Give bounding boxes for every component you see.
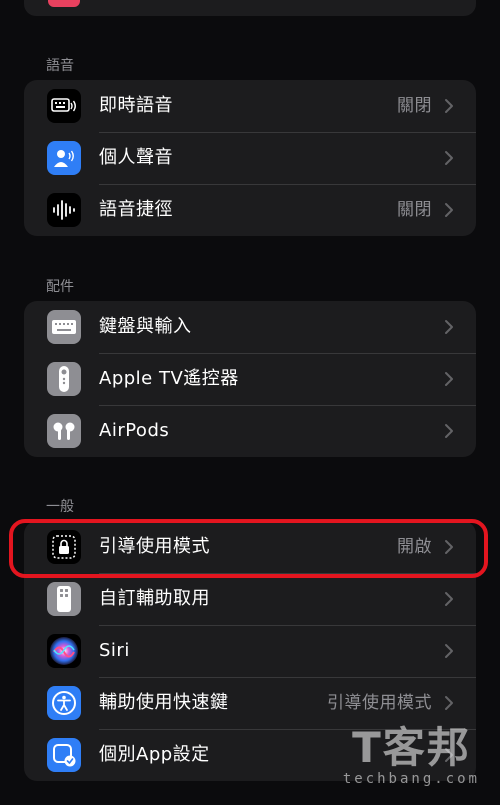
section-header-accessories: 配件 (46, 279, 74, 295)
row-assistive-access[interactable]: 自訂輔助取用 (24, 573, 476, 625)
row-label: 即時語音 (99, 95, 173, 116)
assistive-access-icon (47, 582, 81, 616)
accessibility-settings-page: 語音 即時語音 關閉 個人聲音 語音捷徑 關閉 配件 鍵盤與輸入 Apple T… (0, 0, 500, 805)
row-label: AirPods (99, 420, 170, 441)
chevron-right-icon (445, 99, 453, 113)
chevron-right-icon (445, 203, 453, 217)
keyboard-icon (47, 310, 81, 344)
chevron-right-icon (445, 151, 453, 165)
row-value: 關閉 (397, 200, 432, 220)
watermark-url: techbang.com (342, 771, 480, 787)
row-label: 鍵盤與輸入 (99, 316, 192, 337)
group-accessories: 鍵盤與輸入 Apple TV遙控器 AirPods (24, 301, 476, 457)
row-value: 引導使用模式 (327, 693, 432, 713)
row-value: 關閉 (397, 96, 432, 116)
chevron-right-icon (445, 320, 453, 334)
row-vocal-shortcuts[interactable]: 語音捷徑 關閉 (24, 184, 476, 236)
chevron-right-icon (445, 424, 453, 438)
accessibility-icon (47, 686, 81, 720)
airpods-icon (47, 414, 81, 448)
live-speech-icon (47, 89, 81, 123)
chevron-right-icon (445, 696, 453, 710)
row-label: 個人聲音 (99, 147, 173, 168)
row-keyboards[interactable]: 鍵盤與輸入 (24, 301, 476, 353)
row-siri[interactable]: Siri (24, 625, 476, 677)
row-label: 輔助使用快速鍵 (99, 692, 229, 713)
remote-icon (47, 362, 81, 396)
watermark: T客邦 techbang.com (342, 723, 480, 788)
row-airpods[interactable]: AirPods (24, 405, 476, 457)
row-personal-voice[interactable]: 個人聲音 (24, 132, 476, 184)
row-label: 個別App設定 (99, 744, 210, 765)
guided-access-highlight-outline (9, 519, 488, 578)
chevron-right-icon (445, 372, 453, 386)
row-label: 自訂輔助取用 (99, 588, 210, 609)
row-accessibility-shortcut[interactable]: 輔助使用快速鍵 引導使用模式 (24, 677, 476, 729)
section-header-general: 一般 (46, 499, 74, 515)
chevron-right-icon (445, 644, 453, 658)
group-speech: 即時語音 關閉 個人聲音 語音捷徑 關閉 (24, 80, 476, 236)
chevron-right-icon (445, 592, 453, 606)
row-label: Apple TV遙控器 (99, 368, 239, 389)
row-label: 語音捷徑 (99, 199, 173, 220)
watermark-logo: T客邦 (352, 723, 471, 772)
row-live-speech[interactable]: 即時語音 關閉 (24, 80, 476, 132)
waveform-icon (47, 193, 81, 227)
previous-row-icon (48, 0, 80, 7)
row-apple-tv-remote[interactable]: Apple TV遙控器 (24, 353, 476, 405)
per-app-settings-icon (47, 738, 81, 772)
siri-icon (47, 634, 81, 668)
row-label: Siri (99, 640, 130, 661)
personal-voice-icon (47, 141, 81, 175)
section-header-speech: 語音 (46, 58, 74, 74)
previous-group-remnant (24, 0, 476, 16)
